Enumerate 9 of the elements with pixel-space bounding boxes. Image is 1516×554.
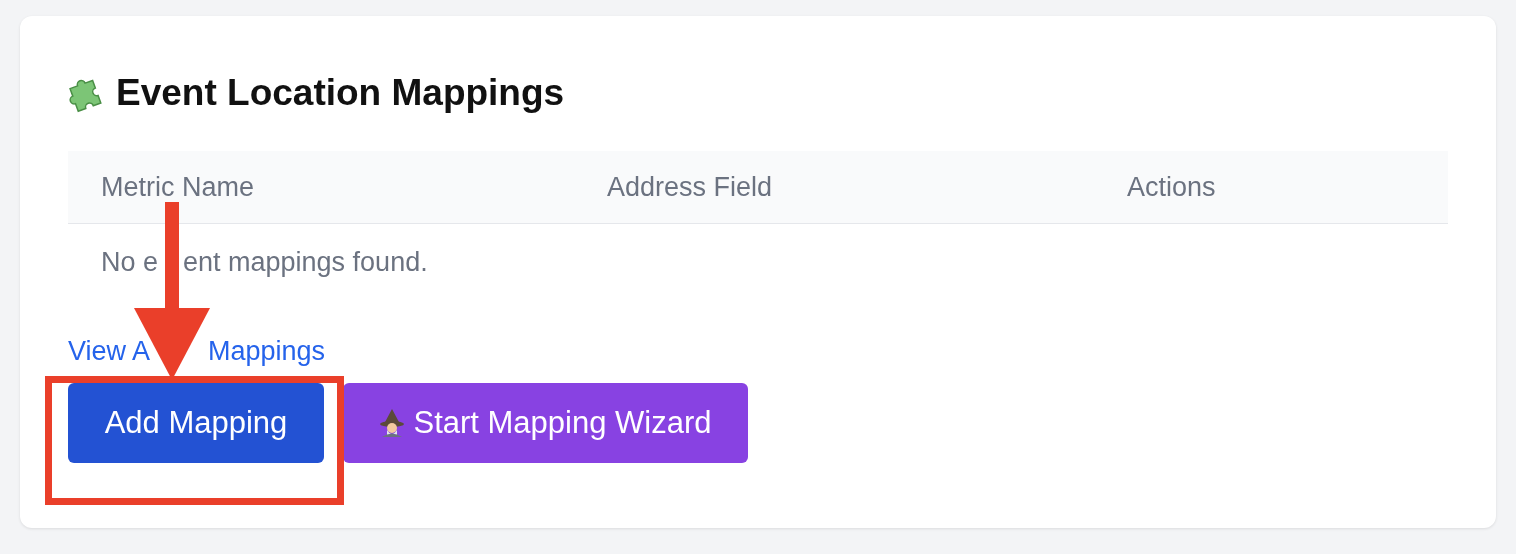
column-header: Address Field (606, 170, 774, 204)
column-header: Metric Name (100, 170, 256, 204)
wizard-icon (379, 408, 406, 438)
empty-message: No e ent mappings found. (101, 245, 428, 279)
view-all-link[interactable]: View A Mappings (68, 330, 326, 372)
column-header: Actions (1126, 170, 1217, 204)
wizard-button[interactable]: Start Mapping Wizard (343, 383, 748, 463)
card-title: Event Location Mappings (116, 71, 565, 116)
add-mapping-button[interactable]: Add Mapping (68, 383, 324, 463)
